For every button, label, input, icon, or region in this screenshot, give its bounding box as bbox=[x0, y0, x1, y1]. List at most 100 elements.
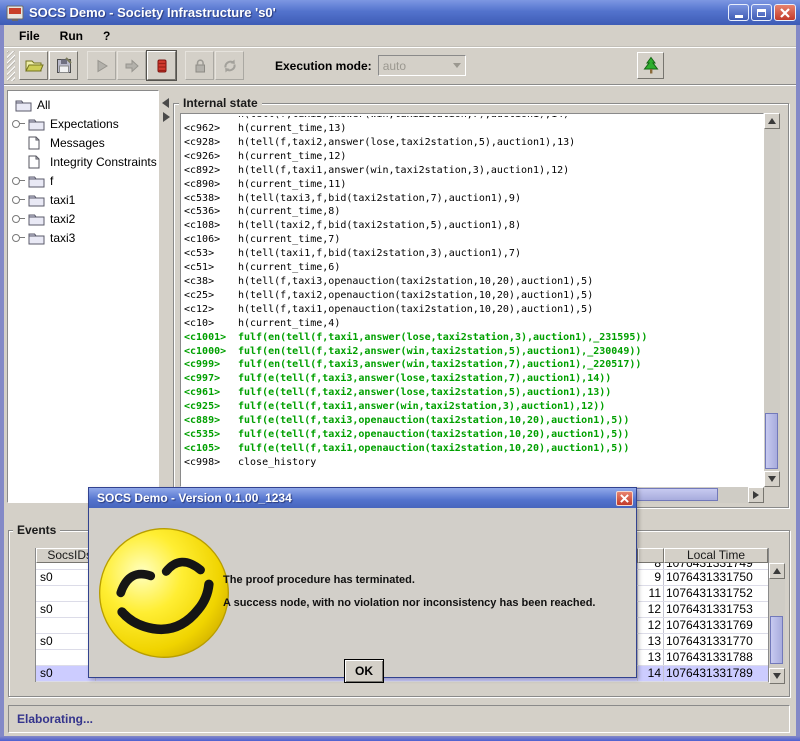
tree-item[interactable]: f bbox=[8, 171, 158, 190]
scroll-up-button[interactable] bbox=[764, 113, 780, 129]
internal-state-line: <c25> h(tell(f,taxi2,openauction(taxi2st… bbox=[184, 289, 763, 303]
constraint-text: fulf(e(tell(f,taxi1,answer(win,taxi2stat… bbox=[238, 400, 605, 414]
scroll-right-button[interactable] bbox=[748, 487, 764, 503]
constraint-id: <c1001> bbox=[184, 331, 238, 345]
constraint-id: <c535> bbox=[184, 428, 238, 442]
internal-state-line: <c536> h(current_time,8) bbox=[184, 205, 763, 219]
internal-state-list[interactable]: h(tell(f,taxi3,answer(win,taxi2station,7… bbox=[180, 113, 764, 487]
constraint-text: h(current_time,7) bbox=[238, 233, 340, 247]
column-header-num[interactable] bbox=[638, 548, 664, 563]
tree-item[interactable]: All bbox=[8, 95, 158, 114]
scroll-down-button[interactable] bbox=[769, 668, 785, 684]
internal-state-line: <c38> h(tell(f,taxi3,openauction(taxi2st… bbox=[184, 275, 763, 289]
close-icon bbox=[780, 8, 790, 18]
tree-item[interactable]: taxi3 bbox=[8, 228, 158, 247]
tree-item[interactable]: Expectations bbox=[8, 114, 158, 133]
tree-item[interactable]: taxi2 bbox=[8, 209, 158, 228]
step-forward-icon bbox=[123, 57, 141, 75]
internal-state-line: <c1000> fulf(en(tell(f,taxi2,answer(win,… bbox=[184, 345, 763, 359]
maximize-button[interactable] bbox=[751, 4, 772, 21]
tree-expand-handle-icon[interactable] bbox=[12, 215, 20, 223]
tree-icon bbox=[641, 56, 661, 76]
collapse-right-icon[interactable] bbox=[163, 112, 170, 122]
scroll-down-button[interactable] bbox=[764, 471, 780, 487]
constraint-id: <c12> bbox=[184, 303, 238, 317]
internal-state-line: <c12> h(tell(f,taxi1,openauction(taxi2st… bbox=[184, 303, 763, 317]
menu-item[interactable]: Run bbox=[51, 27, 92, 45]
constraint-id: <c999> bbox=[184, 358, 238, 372]
save-button[interactable] bbox=[49, 51, 78, 80]
refresh-button[interactable] bbox=[215, 51, 244, 80]
society-tree-button[interactable] bbox=[637, 52, 664, 79]
scrollbar-thumb[interactable] bbox=[765, 413, 778, 469]
toolbar-grip[interactable] bbox=[7, 51, 15, 81]
events-vscrollbar[interactable] bbox=[769, 563, 785, 684]
society-tree-panel: All Expectations bbox=[7, 90, 159, 503]
constraint-text: fulf(e(tell(f,taxi3,openauction(taxi2sta… bbox=[238, 414, 629, 428]
tree-item[interactable]: taxi1 bbox=[8, 190, 158, 209]
lock-icon bbox=[191, 57, 209, 75]
cell-local-time: 1076431331789 bbox=[664, 666, 768, 681]
open-button[interactable] bbox=[19, 51, 48, 80]
close-button[interactable] bbox=[774, 4, 796, 21]
play-button[interactable] bbox=[87, 51, 116, 80]
internal-state-line: <c925> fulf(e(tell(f,taxi1,answer(win,ta… bbox=[184, 400, 763, 414]
constraint-text: fulf(e(tell(f,taxi2,openauction(taxi2sta… bbox=[238, 428, 629, 442]
collapse-left-icon[interactable] bbox=[162, 98, 169, 108]
split-divider[interactable] bbox=[159, 90, 173, 503]
events-title: Events bbox=[13, 523, 60, 537]
cell-local-time: 1076431331788 bbox=[664, 650, 768, 665]
dialog-body: The proof procedure has terminated. A su… bbox=[89, 508, 636, 677]
constraint-id: <c25> bbox=[184, 289, 238, 303]
internal-state-line: <c1001> fulf(en(tell(f,taxi1,answer(lose… bbox=[184, 331, 763, 345]
column-header-local-time[interactable]: Local Time bbox=[664, 548, 768, 563]
folder-icon bbox=[28, 212, 45, 226]
internal-state-line: <c999> fulf(en(tell(f,taxi3,answer(win,t… bbox=[184, 358, 763, 372]
step-forward-button[interactable] bbox=[117, 51, 146, 80]
tree-expand-handle-icon[interactable] bbox=[12, 196, 20, 204]
scrollbar-thumb[interactable] bbox=[770, 616, 783, 664]
tree-item-label: f bbox=[50, 174, 53, 188]
lock-button[interactable] bbox=[185, 51, 214, 80]
dialog-close-button[interactable] bbox=[616, 491, 633, 506]
dialog-title-bar[interactable]: SOCS Demo - Version 0.1.00_1234 bbox=[89, 488, 636, 508]
cell-socsid: s0 bbox=[36, 634, 96, 649]
menu-bar: File Run ? bbox=[4, 25, 796, 47]
constraint-text: h(tell(taxi2,f,bid(taxi2station,5),aucti… bbox=[238, 219, 521, 233]
scrollbar-corner bbox=[764, 487, 780, 503]
tree-expand-handle-icon[interactable] bbox=[12, 177, 20, 185]
cell-num: 11 bbox=[638, 586, 664, 601]
folder-icon bbox=[28, 193, 45, 207]
internal-state-vscrollbar[interactable] bbox=[764, 113, 780, 487]
internal-state-line: <c10> h(current_time,4) bbox=[184, 317, 763, 331]
minimize-button[interactable] bbox=[728, 4, 749, 21]
constraint-text: h(tell(f,taxi1,openauction(taxi2station,… bbox=[238, 303, 593, 317]
file-icon bbox=[28, 136, 40, 150]
cell-socsid: s0 bbox=[36, 666, 96, 681]
ok-button[interactable]: OK bbox=[344, 659, 384, 683]
constraint-id: <c51> bbox=[184, 261, 238, 275]
scroll-up-button[interactable] bbox=[769, 563, 785, 579]
menu-item[interactable]: ? bbox=[94, 27, 119, 45]
cell-num: 14 bbox=[638, 666, 664, 681]
execution-mode-select[interactable]: auto bbox=[378, 55, 466, 76]
constraint-id: <c889> bbox=[184, 414, 238, 428]
smiley-face-icon bbox=[81, 510, 247, 676]
menu-item[interactable]: File bbox=[10, 27, 49, 45]
stop-button[interactable] bbox=[147, 51, 176, 80]
tree-expand-handle-icon[interactable] bbox=[12, 120, 20, 128]
tree-item[interactable]: Integrity Constraints bbox=[8, 152, 158, 171]
tree-expand-handle-icon[interactable] bbox=[12, 234, 20, 242]
cell-num: 8 bbox=[638, 563, 664, 569]
arrow-up-icon bbox=[768, 118, 776, 124]
execution-mode-value: auto bbox=[383, 59, 406, 73]
tree-item[interactable]: Messages bbox=[8, 133, 158, 152]
constraint-id: <c890> bbox=[184, 178, 238, 192]
execution-mode-label: Execution mode: bbox=[275, 59, 372, 73]
internal-state-line: <c892> h(tell(f,taxi1,answer(win,taxi2st… bbox=[184, 164, 763, 178]
window-frame-right bbox=[796, 25, 800, 741]
constraint-id: <c105> bbox=[184, 442, 238, 456]
constraint-text: h(current_time,12) bbox=[238, 150, 346, 164]
dialog-title: SOCS Demo - Version 0.1.00_1234 bbox=[97, 491, 616, 505]
title-bar[interactable]: SOCS Demo - Society Infrastructure 's0' bbox=[0, 0, 800, 25]
